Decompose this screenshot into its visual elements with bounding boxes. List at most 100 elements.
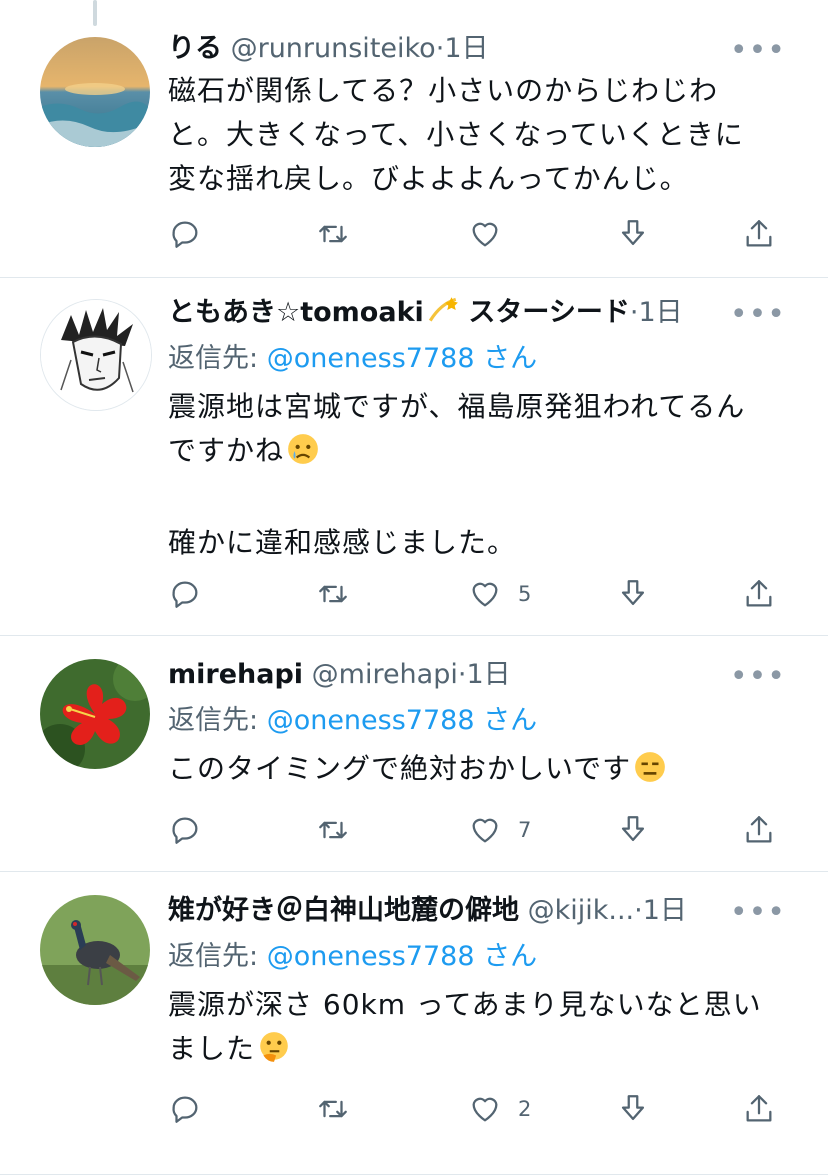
text-line: 確かに違和感感じました。	[168, 526, 517, 559]
reply-prefix: 返信先:	[168, 941, 267, 972]
like-count: 5	[518, 582, 532, 606]
like-count: 2	[518, 1097, 532, 1121]
like-button[interactable]	[468, 214, 518, 254]
like-icon	[472, 1097, 498, 1122]
like-count: 7	[518, 818, 532, 842]
display-name[interactable]: mirehapi	[168, 659, 303, 690]
reply-mention-link[interactable]: @oneness7788	[267, 705, 475, 736]
reply-suffix: さん	[474, 705, 538, 736]
tweet-header: 雉が好き＠白神山地麓の僻地 @kijik...·1日 •••	[168, 891, 808, 931]
reply-button[interactable]	[168, 574, 202, 614]
manga-face-avatar-icon	[41, 300, 151, 410]
more-options-icon[interactable]: •••	[730, 898, 786, 928]
crying-face-emoji-icon	[288, 434, 318, 464]
share-icon	[746, 220, 772, 247]
retweet-icon	[319, 1100, 347, 1118]
like-icon	[472, 582, 498, 607]
tweet-2[interactable]: ともあき☆tomoaki スターシード·1日 ••• 返信先: @oneness…	[0, 277, 828, 636]
retweet-icon	[319, 585, 347, 603]
text-line: 変な揺れ戻し。びよよよんってかんじ。	[168, 162, 689, 195]
text-line: ました	[168, 1032, 256, 1065]
action-bar: 5	[168, 574, 788, 614]
display-name[interactable]: りる	[168, 33, 222, 64]
text-line-with-emoji: ですかね	[168, 429, 808, 473]
more-options-icon[interactable]: •••	[730, 662, 786, 692]
reply-prefix: 返信先:	[168, 705, 267, 736]
reply-button[interactable]	[168, 214, 202, 254]
display-name[interactable]: ともあき☆tomoaki	[168, 297, 424, 328]
timestamp[interactable]: 1日	[444, 33, 488, 64]
avatar[interactable]	[40, 299, 152, 411]
avatar[interactable]	[40, 37, 150, 147]
like-icon	[472, 222, 498, 247]
reply-prefix: 返信先:	[168, 343, 267, 374]
red-hibiscus-avatar-icon	[40, 659, 150, 769]
timestamp[interactable]: 1日	[643, 895, 687, 926]
like-button[interactable]: 5	[468, 574, 531, 614]
like-button[interactable]: 2	[468, 1089, 531, 1129]
reply-suffix: さん	[474, 941, 538, 972]
share-button[interactable]	[742, 1089, 776, 1129]
tweet-header: ともあき☆tomoaki スターシード·1日 •••	[168, 293, 808, 333]
download-icon	[621, 1095, 645, 1121]
text-line: 震源が深さ 60km ってあまり見ないなと思い	[168, 988, 762, 1021]
tweet-3[interactable]: mirehapi @mirehapi·1日 ••• 返信先: @oneness7…	[0, 635, 828, 872]
display-name[interactable]: 雉が好き＠白神山地麓の僻地	[168, 895, 519, 926]
reply-button[interactable]	[168, 810, 202, 850]
display-name-suffix[interactable]: スターシード	[468, 297, 629, 328]
reply-icon	[172, 1096, 198, 1123]
reply-suffix: さん	[474, 343, 538, 374]
user-handle[interactable]: @runrunsiteiko	[231, 33, 436, 64]
tweet-header: mirehapi @mirehapi·1日 •••	[168, 655, 808, 695]
more-options-icon[interactable]: •••	[730, 36, 786, 66]
like-button[interactable]: 7	[468, 810, 531, 850]
tweet-4[interactable]: 雉が好き＠白神山地麓の僻地 @kijik...·1日 ••• 返信先: @one…	[0, 871, 828, 1175]
text-line-with-emoji: このタイミングで絶対おかしいです	[168, 747, 808, 791]
tweet-text: 震源地は宮城ですが、福島原発狙われてるん ですかね 確かに違和感感じました。	[168, 385, 808, 565]
expressionless-face-emoji-icon	[635, 752, 666, 782]
reply-icon	[172, 221, 198, 248]
reply-mention-link[interactable]: @oneness7788	[267, 941, 475, 972]
like-icon	[472, 818, 498, 843]
avatar[interactable]	[40, 895, 150, 1005]
reply-context: 返信先: @oneness7788 さん	[168, 701, 808, 741]
user-handle[interactable]: @kijik...	[528, 895, 635, 926]
pheasant-avatar-icon	[40, 895, 150, 1005]
download-button[interactable]	[616, 574, 650, 614]
download-button[interactable]	[616, 810, 650, 850]
text-line-blank	[168, 473, 808, 521]
thinking-face-emoji-icon	[260, 1032, 288, 1062]
dizzy-star-emoji-icon	[428, 297, 458, 322]
text-line: このタイミングで絶対おかしいです	[168, 752, 632, 785]
share-button[interactable]	[742, 214, 776, 254]
timestamp[interactable]: 1日	[638, 297, 682, 328]
user-handle[interactable]: @mirehapi	[312, 659, 458, 690]
retweet-button[interactable]	[316, 810, 350, 850]
timestamp[interactable]: 1日	[466, 659, 510, 690]
text-line-with-emoji: ました	[168, 1027, 808, 1071]
reply-icon	[172, 817, 198, 844]
action-bar	[168, 214, 788, 254]
retweet-button[interactable]	[316, 1089, 350, 1129]
separator-dot: ·	[634, 895, 643, 926]
download-button[interactable]	[616, 1089, 650, 1129]
action-bar: 2	[168, 1089, 788, 1129]
tweet-1[interactable]: りる @runrunsiteiko·1日 ••• 磁石が関係してる？小さいのから…	[0, 0, 828, 278]
download-icon	[621, 580, 645, 606]
avatar[interactable]	[40, 659, 150, 769]
more-options-icon[interactable]: •••	[730, 300, 786, 330]
share-icon	[746, 816, 772, 843]
share-button[interactable]	[742, 574, 776, 614]
download-icon	[621, 816, 645, 842]
share-button[interactable]	[742, 810, 776, 850]
tweet-text: このタイミングで絶対おかしいです	[168, 747, 808, 791]
download-icon	[621, 220, 645, 246]
reply-icon	[172, 581, 198, 608]
download-button[interactable]	[616, 214, 650, 254]
retweet-button[interactable]	[316, 574, 350, 614]
retweet-button[interactable]	[316, 214, 350, 254]
reply-mention-link[interactable]: @oneness7788	[267, 343, 475, 374]
share-icon	[746, 1095, 772, 1122]
reply-button[interactable]	[168, 1089, 202, 1129]
text-line: ですかね	[168, 434, 285, 467]
